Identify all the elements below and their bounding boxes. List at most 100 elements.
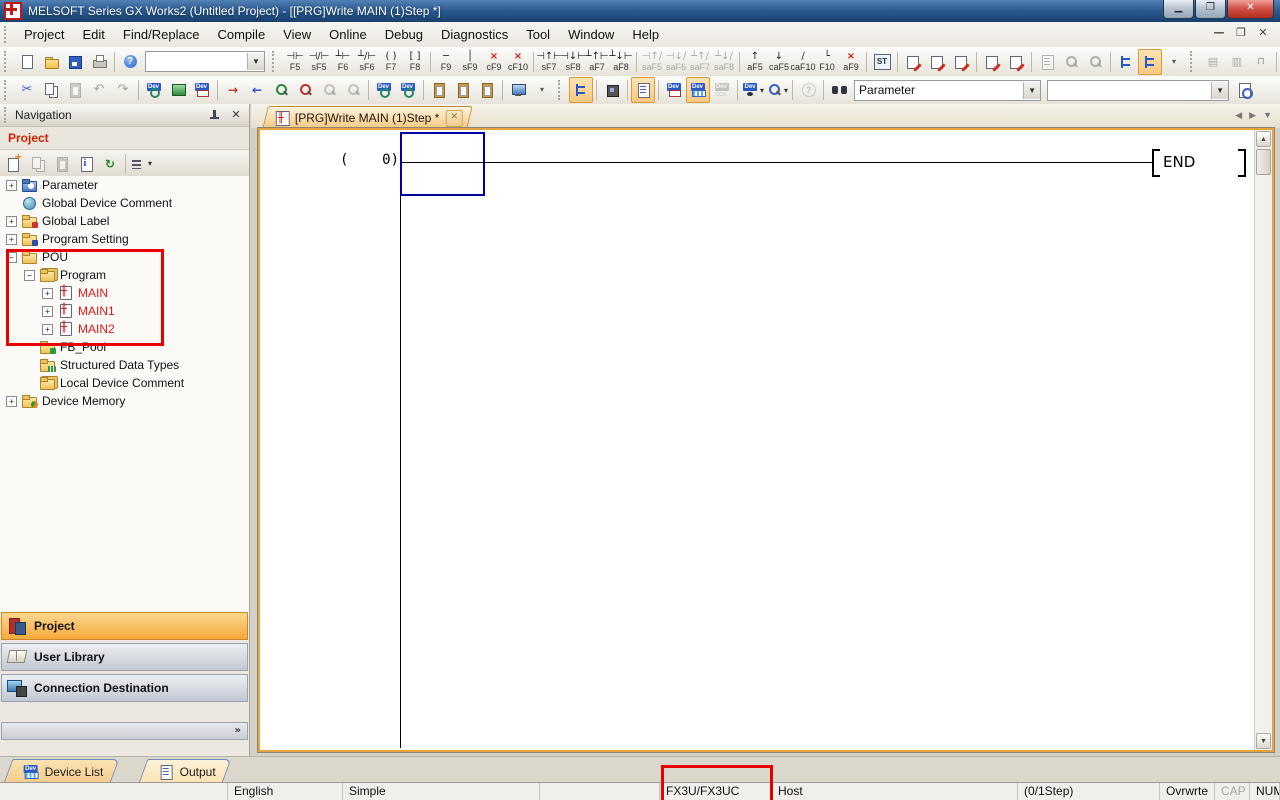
pane-button-connection-destination[interactable]: Connection Destination: [1, 674, 248, 702]
edit-contact-icon[interactable]: -||-: [925, 49, 949, 75]
find-in-document-icon[interactable]: [1232, 77, 1256, 103]
close-contact-button[interactable]: ⊣∕⊢sF5: [307, 49, 331, 75]
scrollbar-thumb[interactable]: [1256, 149, 1271, 175]
ladder-read-mode-icon[interactable]: [1114, 49, 1138, 75]
bottom-tab-output[interactable]: Output: [139, 759, 232, 783]
edit-toolbar-overflow-button[interactable]: ▾: [530, 77, 554, 103]
tree-expander-icon[interactable]: +: [6, 216, 17, 227]
menu-find-replace[interactable]: Find/Replace: [114, 24, 209, 45]
statement-batch-edit-icon[interactable]: [1004, 49, 1028, 75]
write-to-plc-icon[interactable]: [221, 77, 245, 103]
invert-operation-results-button[interactable]: ↑aF5: [743, 49, 767, 75]
document-tab-main[interactable]: [PRG]Write MAIN (1)Step * ✕: [262, 106, 473, 129]
falling-pulse-branch-button[interactable]: ┴↓⊢aF8: [609, 49, 633, 75]
tree-item-global-label[interactable]: +Global Label: [0, 212, 249, 230]
ladder-write-mode-icon[interactable]: [1138, 49, 1162, 75]
open-branch-button[interactable]: ┴⊢F6: [331, 49, 355, 75]
project-selector-combo-dropdown-icon[interactable]: ▼: [247, 53, 264, 70]
coil-button[interactable]: ( )F7: [379, 49, 403, 75]
bottom-tab-device-list[interactable]: Device List: [4, 759, 119, 783]
device-display-icon[interactable]: [686, 77, 710, 103]
delete-vertical-line-button[interactable]: ×cF10: [506, 49, 530, 75]
tree-expander-icon[interactable]: +: [6, 234, 17, 245]
insert-row-icon[interactable]: [427, 77, 451, 103]
statement-display-icon[interactable]: [190, 77, 214, 103]
horizontal-line-button[interactable]: ─F9: [434, 49, 458, 75]
menu-tool[interactable]: Tool: [517, 24, 559, 45]
output-window-toggle-icon[interactable]: [631, 77, 655, 103]
invert-line-button[interactable]: ∕caF10: [791, 49, 815, 75]
find-range-combo[interactable]: ▼: [1047, 80, 1229, 101]
device-comment-batch-edit-icon[interactable]: [980, 49, 1004, 75]
mdi-restore-button[interactable]: ❐: [1234, 26, 1248, 40]
print-icon[interactable]: [87, 49, 111, 75]
pane-chevron-button[interactable]: »: [1, 722, 248, 740]
menu-help[interactable]: Help: [623, 24, 668, 45]
pin-icon[interactable]: [210, 110, 219, 121]
intelligent-function-module-icon[interactable]: [600, 77, 624, 103]
menu-compile[interactable]: Compile: [208, 24, 274, 45]
pc-read-icon[interactable]: [506, 77, 530, 103]
new-data-icon[interactable]: [2, 151, 26, 177]
tree-expander-icon[interactable]: +: [6, 396, 17, 407]
convert-to-pulse-button[interactable]: ↓caF5: [767, 49, 791, 75]
edit-coil-icon[interactable]: < >: [949, 49, 973, 75]
device-batch-monitor-icon[interactable]: [372, 77, 396, 103]
data-properties-icon[interactable]: [74, 151, 98, 177]
tree-item-device-memory[interactable]: +Device Memory: [0, 392, 249, 410]
menu-window[interactable]: Window: [559, 24, 623, 45]
tree-item-structured-data-types[interactable]: +Structured Data Types: [0, 356, 249, 374]
refresh-view-icon[interactable]: [98, 151, 122, 177]
help-icon[interactable]: [118, 49, 142, 75]
mdi-minimize-button[interactable]: —: [1212, 26, 1226, 40]
tab-list-dropdown-icon[interactable]: ▼: [1263, 110, 1272, 121]
save-project-icon[interactable]: [63, 49, 87, 75]
find-icon[interactable]: [827, 77, 851, 103]
device-display-format-icon[interactable]: ▾: [741, 77, 765, 103]
scroll-down-icon[interactable]: ▼: [1256, 733, 1271, 749]
delete-horizontal-line-button[interactable]: ×cF9: [482, 49, 506, 75]
find-range-combo-dropdown-icon[interactable]: ▼: [1211, 82, 1228, 99]
cut-icon[interactable]: [15, 77, 39, 103]
mdi-close-button[interactable]: ✕: [1256, 26, 1270, 40]
device-find-icon[interactable]: ▾: [765, 77, 789, 103]
close-button[interactable]: ✕: [1227, 0, 1274, 19]
read-from-plc-icon[interactable]: [245, 77, 269, 103]
entry-data-monitor-icon[interactable]: [396, 77, 420, 103]
menu-view[interactable]: View: [274, 24, 320, 45]
ladder-toolbar-overflow-button[interactable]: ▾: [1162, 49, 1186, 75]
tab-scroll-right-icon[interactable]: ▶: [1249, 110, 1256, 121]
open-contact-button[interactable]: ⊣⊢F5: [283, 49, 307, 75]
start-monitor-icon[interactable]: [269, 77, 293, 103]
scroll-up-icon[interactable]: ▲: [1256, 131, 1271, 147]
insert-column-icon[interactable]: [475, 77, 499, 103]
vertical-scrollbar[interactable]: ▲ ▼: [1254, 130, 1272, 750]
falling-pulse-button[interactable]: ⊣↓⊢sF8: [561, 49, 585, 75]
menu-debug[interactable]: Debug: [376, 24, 432, 45]
inline-st-button[interactable]: ST: [870, 49, 894, 75]
copy-icon[interactable]: [39, 77, 63, 103]
ladder-cursor-cell[interactable]: [400, 132, 485, 196]
device-comment-display-icon[interactable]: [662, 77, 686, 103]
menu-project[interactable]: Project: [15, 24, 73, 45]
close-branch-button[interactable]: ┴∕⊢sF6: [355, 49, 379, 75]
minimize-button[interactable]: ▁: [1163, 0, 1194, 19]
delete-line-button[interactable]: ×aF9: [839, 49, 863, 75]
menu-diagnostics[interactable]: Diagnostics: [432, 24, 517, 45]
new-project-icon[interactable]: [15, 49, 39, 75]
tree-expander-icon[interactable]: +: [6, 180, 17, 191]
device-comment-icon[interactable]: [142, 77, 166, 103]
edit-ladder-block-icon[interactable]: [901, 49, 925, 75]
vertical-line-button[interactable]: │sF9: [458, 49, 482, 75]
sort-icon[interactable]: ▾: [129, 151, 153, 177]
navigation-close-icon[interactable]: ✕: [229, 108, 243, 122]
menu-online[interactable]: Online: [320, 24, 376, 45]
tab-scroll-left-icon[interactable]: ◀: [1235, 110, 1242, 121]
screen-display-icon[interactable]: [166, 77, 190, 103]
open-project-icon[interactable]: [39, 49, 63, 75]
tab-close-icon[interactable]: ✕: [446, 110, 463, 127]
find-target-combo[interactable]: Parameter▼: [854, 80, 1041, 101]
menu-edit[interactable]: Edit: [73, 24, 113, 45]
rising-pulse-button[interactable]: ⊣↑⊢sF7: [537, 49, 561, 75]
find-target-combo-dropdown-icon[interactable]: ▼: [1023, 82, 1040, 99]
